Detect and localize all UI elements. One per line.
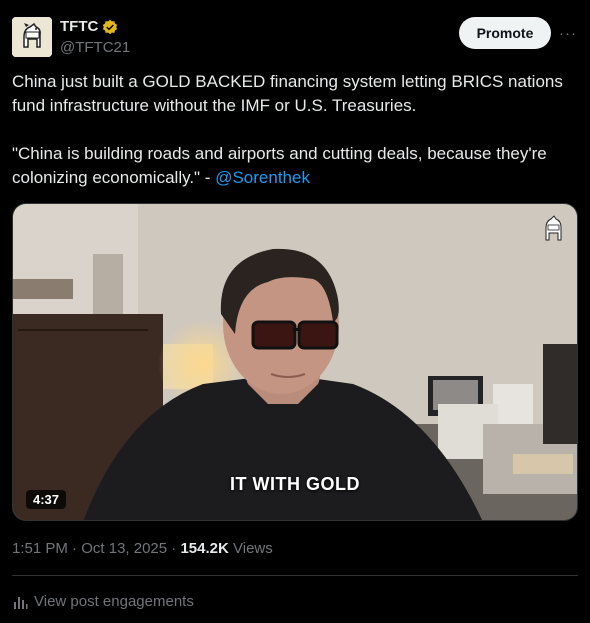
name-row: TFTC: [60, 18, 118, 35]
view-engagements-link[interactable]: View post engagements: [12, 593, 194, 610]
video-caption: IT WITH GOLD: [230, 474, 360, 494]
video-player[interactable]: IT WITH GOLD 4:37: [12, 203, 578, 521]
tweet-paragraph-2: "China is building roads and airports an…: [12, 142, 578, 190]
tftc-watermark-icon: [545, 215, 562, 241]
tweet-meta: 1:51 PM · Oct 13, 2025 · 154.2K Views: [12, 540, 273, 557]
meta-separator-2: ·: [167, 540, 181, 557]
bar-chart-icon: [14, 596, 28, 609]
mention-link[interactable]: @Sorenthek: [215, 168, 310, 187]
display-name[interactable]: TFTC: [60, 18, 98, 35]
handle[interactable]: @TFTC21: [60, 39, 130, 56]
views-count: 154.2K: [180, 540, 229, 557]
promote-button[interactable]: Promote: [459, 17, 551, 49]
divider: [12, 575, 578, 576]
views-label: Views: [228, 540, 273, 557]
video-duration: 4:37: [26, 490, 67, 509]
engagements-label: View post engagements: [34, 593, 194, 610]
tweet-text: China just built a GOLD BACKED financing…: [12, 70, 578, 190]
avatar[interactable]: [12, 17, 52, 57]
gold-verified-icon[interactable]: [102, 19, 118, 35]
post-time[interactable]: 1:51 PM: [12, 540, 68, 557]
post-date[interactable]: Oct 13, 2025: [81, 540, 167, 557]
tweet-paragraph-1: China just built a GOLD BACKED financing…: [12, 72, 563, 115]
more-options-icon[interactable]: ···: [556, 22, 580, 44]
meta-separator: ·: [67, 540, 82, 557]
horse-logo-icon: [12, 17, 52, 57]
tweet-header: TFTC @TFTC21 Promote ···: [12, 14, 578, 58]
